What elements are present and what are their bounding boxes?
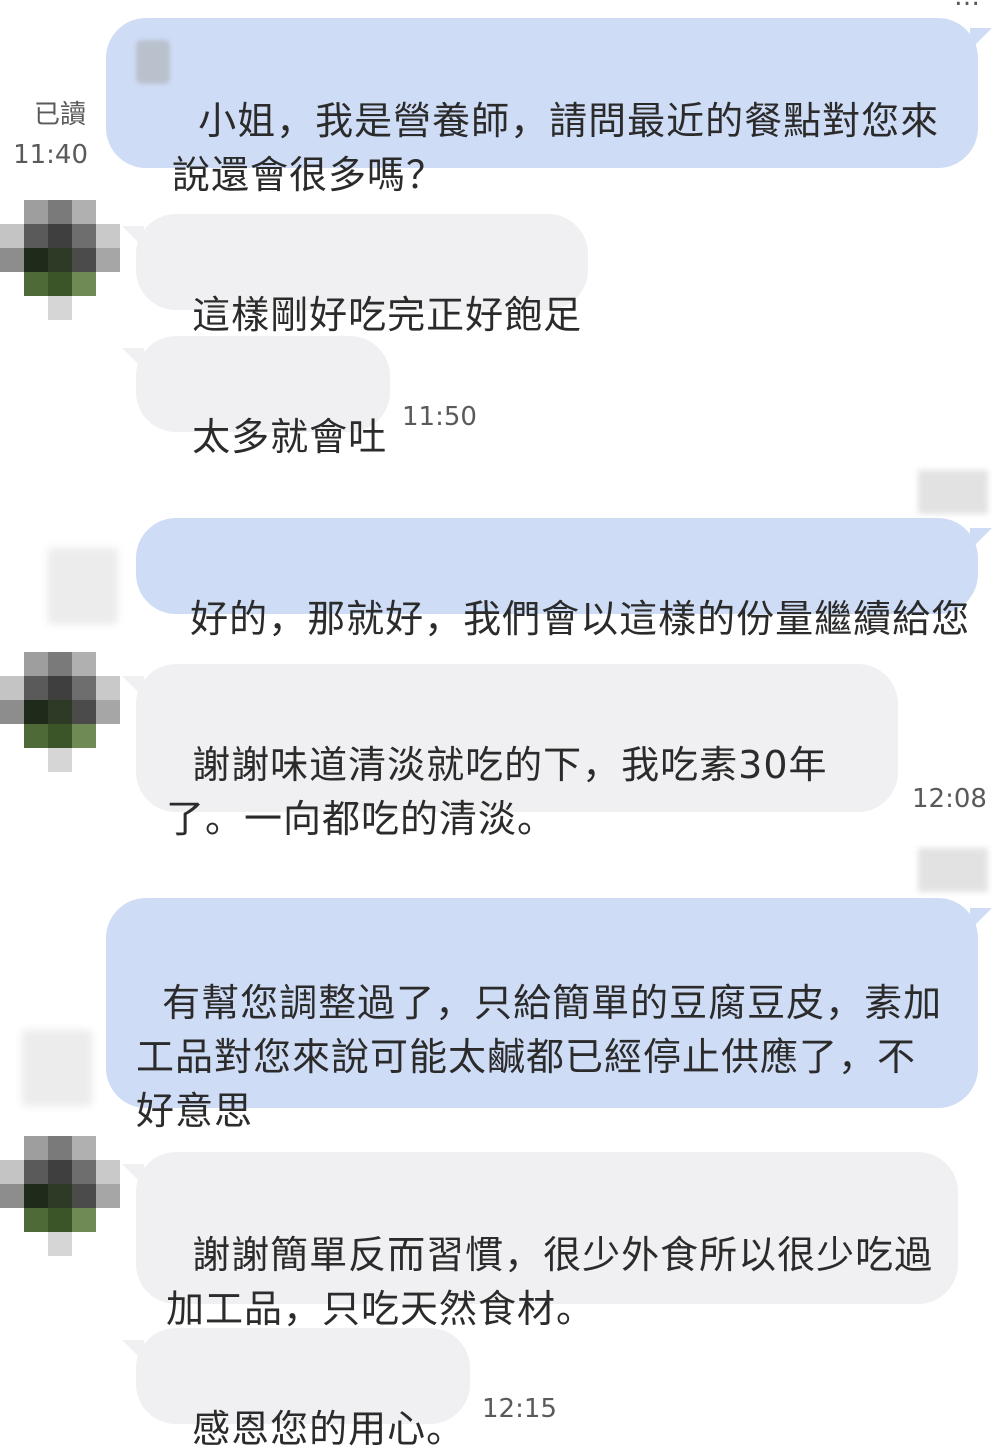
message-bubble-outgoing[interactable]: 好的，那就好，我們會以這樣的份量繼續給您 xyxy=(136,518,978,641)
bubble-tail xyxy=(122,226,144,248)
message-text: 有幫您調整過了，只給簡單的豆腐豆皮，素加 工品對您來說可能太鹹都已經停止供應了，… xyxy=(136,981,943,1133)
timestamp: 12:15 xyxy=(482,1394,557,1424)
bubble-tail xyxy=(122,676,144,698)
bubble-tail xyxy=(122,1340,144,1362)
message-bubble-outgoing[interactable]: 有幫您調整過了，只給簡單的豆腐豆皮，素加 工品對您來說可能太鹹都已經停止供應了，… xyxy=(106,898,978,1133)
message-bubble-incoming[interactable]: 感恩您的用心。 xyxy=(136,1328,470,1451)
message-text: 好的，那就好，我們會以這樣的份量繼續給您 xyxy=(190,597,971,641)
sender-avatar[interactable] xyxy=(0,1136,120,1256)
blurred-read-receipt xyxy=(918,848,988,892)
sender-avatar[interactable] xyxy=(0,200,120,320)
bubble-tail xyxy=(970,528,992,550)
message-bubble-outgoing[interactable]: 小姐，我是營養師，請問最近的餐點對您來 說還會很多嗎？ xyxy=(106,18,978,197)
message-text: 太多就會吐 xyxy=(192,415,388,459)
message-text: 謝謝簡單反而習慣，很少外食所以很少吃過 加工品，只吃天然食材。 xyxy=(166,1233,934,1331)
read-receipt: 已讀 xyxy=(33,100,86,130)
timestamp: 12:08 xyxy=(912,784,987,814)
timestamp: 11:50 xyxy=(402,402,477,432)
message-bubble-incoming[interactable]: 謝謝簡單反而習慣，很少外食所以很少吃過 加工品，只吃天然食材。 xyxy=(136,1152,958,1331)
bubble-tail xyxy=(970,28,992,50)
message-bubble-incoming[interactable]: 這樣剛好吃完正好飽足 xyxy=(136,214,588,337)
blurred-avatar xyxy=(48,548,118,624)
blurred-name xyxy=(136,40,170,84)
bubble-tail xyxy=(122,1164,144,1186)
message-bubble-incoming[interactable]: 謝謝味道清淡就吃的下，我吃素30年 了。一向都吃的清淡。 xyxy=(136,664,898,841)
cut-off-header-text: … xyxy=(954,0,980,12)
timestamp: 11:40 xyxy=(13,140,88,170)
message-text: 感恩您的用心。 xyxy=(192,1407,466,1451)
bubble-tail xyxy=(970,908,992,930)
message-text: 小姐，我是營養師，請問最近的餐點對您來 說還會很多嗎？ xyxy=(172,99,940,197)
message-text: 這樣剛好吃完正好飽足 xyxy=(192,293,583,337)
message-text: 謝謝味道清淡就吃的下，我吃素30年 了。一向都吃的清淡。 xyxy=(166,743,828,841)
blurred-read-receipt xyxy=(918,470,988,514)
bubble-tail xyxy=(122,348,144,370)
sender-avatar[interactable] xyxy=(0,652,120,772)
blurred-avatar xyxy=(22,1030,92,1106)
message-bubble-incoming[interactable]: 太多就會吐 xyxy=(136,336,390,459)
